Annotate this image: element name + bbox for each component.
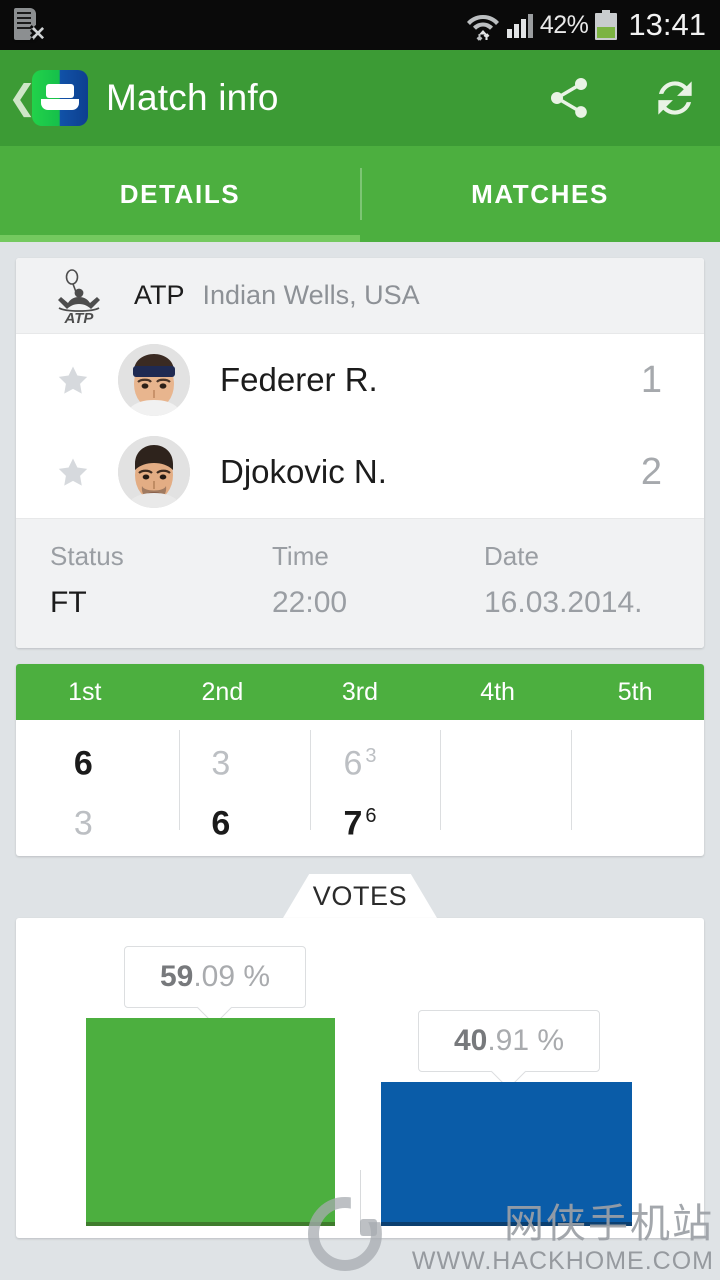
meta-date-label: Date — [484, 541, 539, 571]
tournament-category: ATP — [134, 280, 185, 310]
set-header-3rd: 3rd — [341, 678, 379, 706]
vote-percent-dec: .09 % — [193, 960, 271, 993]
back-chevron-icon[interactable]: ❮ — [8, 81, 37, 115]
meta-time-label: Time — [272, 541, 329, 571]
cellular-signal-icon — [506, 12, 533, 38]
set-cell — [429, 726, 567, 786]
status-bar-left: ✕ — [14, 6, 46, 44]
vote-percent-bubble-away: 40.91 % — [418, 1010, 600, 1072]
player-row-away[interactable]: Djokovic N. 2 — [16, 426, 704, 518]
refresh-icon[interactable] — [648, 71, 702, 125]
tab-details[interactable]: DETAILS — [0, 146, 360, 242]
vote-percent-bubble-home: 59.09 % — [124, 946, 306, 1008]
tournament-header[interactable]: ATP ATP Indian Wells, USA — [16, 258, 704, 334]
match-meta: Status FT Time 22:00 Date 16.03.2014. — [16, 518, 704, 648]
toolbar-actions — [542, 71, 702, 125]
vote-count-away: 279 — [381, 1234, 632, 1238]
set-cell: 6 — [73, 744, 93, 783]
tab-matches[interactable]: MATCHES — [360, 146, 720, 242]
votes-chart: 59.09 % 40.91 % 403 279 — [16, 918, 704, 1238]
vote-percent-int: 40 — [453, 1024, 488, 1057]
set-header-row: 1st 2nd 3rd 4th 5th — [16, 664, 704, 720]
meta-status-label: Status — [50, 541, 124, 571]
vote-divider — [360, 1170, 361, 1232]
vote-count-home: 403 — [86, 1234, 335, 1238]
tab-bar: DETAILS MATCHES — [0, 146, 720, 242]
player-name-away: Djokovic N. — [220, 453, 387, 490]
sim-card-error-icon: ✕ — [14, 6, 46, 44]
meta-time-value: 22:00 — [272, 586, 348, 619]
meta-date-value: 16.03.2014. — [484, 586, 643, 619]
player-avatar-away — [118, 436, 190, 508]
set-cell — [429, 786, 567, 846]
wifi-icon — [466, 10, 500, 41]
meta-status: Status FT — [16, 541, 238, 620]
vote-percent-int: 59 — [159, 960, 194, 993]
player-score-home: 1 — [640, 358, 662, 401]
set-header-5th: 5th — [617, 678, 653, 706]
page-title: Match info — [106, 77, 279, 118]
status-bar: ✕ 42% 13:41 — [0, 0, 720, 50]
match-card: ATP ATP Indian Wells, USA Federer R. 1 D… — [16, 258, 704, 648]
tab-selected-indicator — [0, 235, 360, 242]
set-cell — [566, 726, 704, 786]
player-score-away: 2 — [640, 450, 662, 493]
set-row-home: 6 3 63 — [16, 726, 704, 786]
app-logo-icon[interactable] — [32, 70, 88, 126]
set-cell — [566, 786, 704, 846]
set-header-2nd: 2nd — [201, 678, 244, 706]
atp-logo-icon: ATP — [50, 267, 108, 327]
status-bar-clock: 13:41 — [628, 7, 706, 42]
set-cell: 76 — [343, 804, 377, 843]
set-cell: 3 — [73, 804, 93, 843]
vote-bar-away[interactable] — [381, 1082, 632, 1226]
meta-time: Time 22:00 — [238, 541, 450, 620]
battery-icon — [595, 10, 618, 40]
set-header-4th: 4th — [480, 678, 515, 706]
battery-percent-label: 42% — [539, 10, 589, 39]
svg-text:ATP: ATP — [64, 310, 95, 325]
share-icon[interactable] — [542, 71, 596, 125]
tournament-name: Indian Wells, USA — [202, 280, 420, 310]
player-avatar-home — [118, 344, 190, 416]
app-toolbar: ❮ Match info — [0, 50, 720, 146]
tab-separator — [360, 168, 362, 220]
votes-tab: VOTES — [283, 874, 437, 918]
set-cell: 3 — [211, 744, 231, 783]
set-row-away: 3 6 76 — [16, 786, 704, 846]
vote-bar-home[interactable] — [86, 1018, 335, 1226]
set-header-1st: 1st — [68, 678, 102, 706]
vote-percent-dec: .91 % — [487, 1024, 565, 1057]
set-score-card: 1st 2nd 3rd 4th 5th 6 3 63 3 6 76 — [16, 664, 704, 856]
set-cell: 6 — [211, 804, 231, 843]
meta-date: Date 16.03.2014. — [450, 541, 642, 620]
meta-status-value: FT — [50, 586, 87, 619]
player-row-home[interactable]: Federer R. 1 — [16, 334, 704, 426]
votes-tab-label: VOTES — [312, 881, 408, 911]
set-body: 6 3 63 3 6 76 — [16, 720, 704, 856]
player-name-home: Federer R. — [220, 361, 378, 398]
star-icon[interactable] — [56, 363, 90, 397]
votes-section: VOTES 59.09 % 40.91 % 403 279 — [16, 874, 704, 1238]
status-bar-right: 42% 13:41 — [466, 0, 706, 50]
star-icon[interactable] — [56, 455, 90, 489]
content-scroll: ATP ATP Indian Wells, USA Federer R. 1 D… — [0, 242, 720, 1254]
set-cell: 63 — [343, 744, 377, 783]
